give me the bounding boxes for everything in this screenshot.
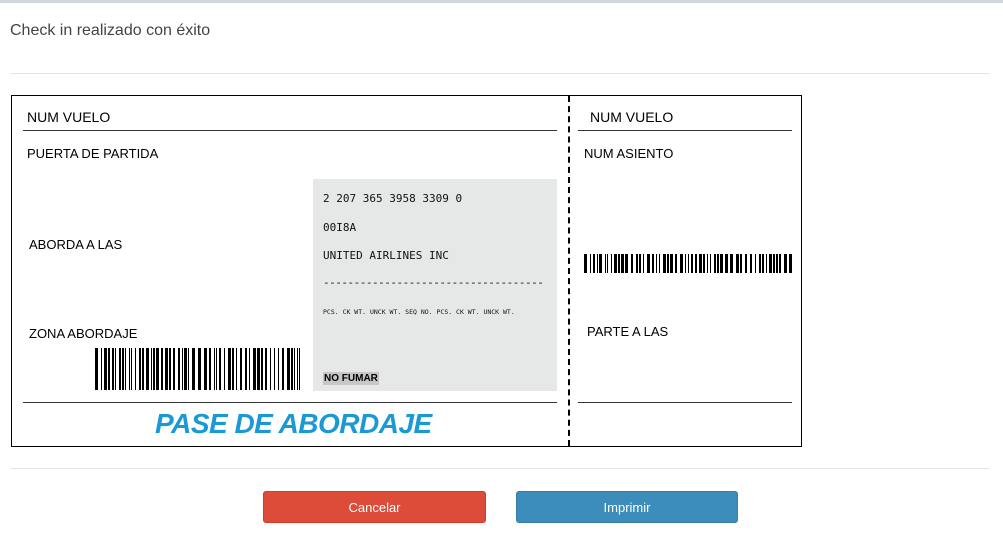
- right-bottom-rule: [578, 402, 792, 403]
- print-button[interactable]: Imprimir: [516, 491, 738, 523]
- perforation-line: [568, 96, 570, 446]
- weight-columns: PCS. CK WT. UNCK WT. SEQ NO. PCS. CK WT.…: [323, 308, 515, 316]
- boarding-pass: NUM VUELO PUERTA DE PARTIDA ABORDA A LAS…: [11, 95, 802, 447]
- separator-line: ------------------------------------: [323, 276, 544, 289]
- boarding-zone-label: ZONA ABORDAJE: [29, 326, 138, 341]
- left-bottom-rule: [23, 402, 557, 403]
- boarding-pass-title: PASE DE ABORDAJE: [155, 408, 432, 439]
- departure-gate-label: PUERTA DE PARTIDA: [27, 146, 159, 161]
- seat-number-label: NUM ASIENTO: [584, 146, 674, 161]
- footer-divider: [10, 468, 990, 469]
- boards-at-label: ABORDA A LAS: [29, 237, 123, 252]
- top-border: [0, 0, 1003, 3]
- modal-title: Check in realizado con éxito: [10, 22, 211, 39]
- left-barcode: [95, 348, 304, 390]
- stub-barcode: [584, 254, 794, 273]
- ticket-details-box: 2 207 365 3958 3309 0 00I8A UNITED AIRLI…: [313, 179, 557, 391]
- no-smoking-badge: NO FUMAR: [323, 372, 379, 385]
- ticket-number: 2 207 365 3958 3309 0: [323, 192, 463, 205]
- right-top-rule: [578, 130, 792, 131]
- airline-name: UNITED AIRLINES INC: [323, 249, 449, 262]
- departs-at-label: PARTE A LAS: [587, 324, 669, 339]
- left-top-rule: [23, 130, 557, 131]
- flight-number-label: NUM VUELO: [27, 109, 111, 125]
- stub-flight-number-label: NUM VUELO: [590, 109, 674, 125]
- header-divider: [10, 73, 990, 74]
- cancel-button[interactable]: Cancelar: [263, 491, 486, 523]
- booking-code: 00I8A: [323, 221, 357, 234]
